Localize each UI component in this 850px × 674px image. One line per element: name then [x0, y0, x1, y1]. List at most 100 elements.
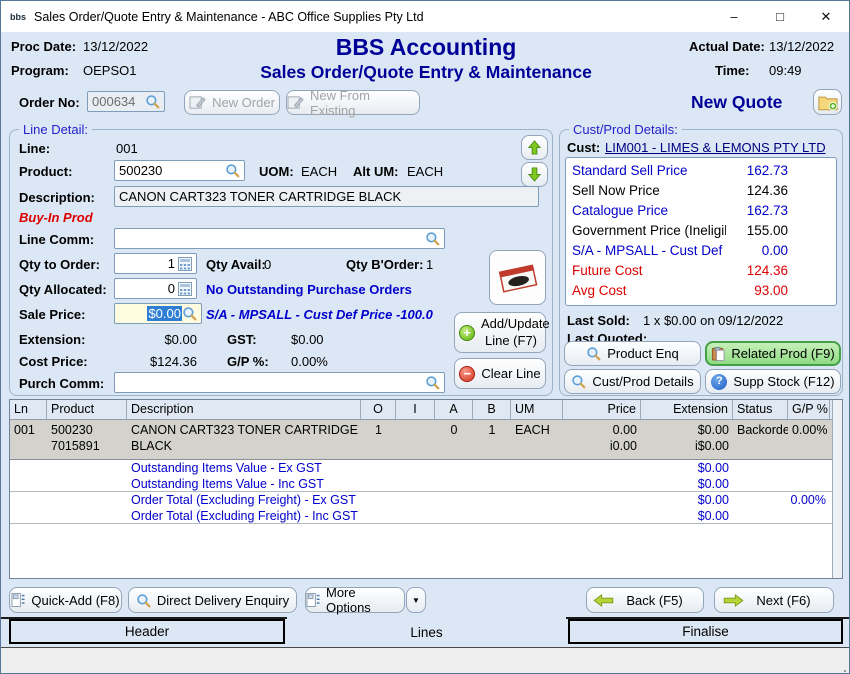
resize-grip[interactable] — [844, 670, 846, 672]
more-options-label: More Options — [326, 585, 404, 615]
chevron-down-icon: ▼ — [412, 596, 420, 605]
qty-allocated-field[interactable]: 0 — [114, 278, 197, 299]
product-image — [495, 259, 541, 297]
extension-value: $0.00 — [114, 332, 197, 347]
back-button[interactable]: Back (F5) — [586, 587, 704, 613]
summary-label: Order Total (Excluding Freight) - Ex GST — [127, 492, 361, 508]
arrow-left-icon — [593, 594, 614, 607]
calculator-icon[interactable] — [178, 257, 192, 271]
col-header-b: B — [473, 400, 511, 419]
price-row: Government Price (Ineligib... 155.00 — [566, 220, 836, 240]
cust-prod-details-button[interactable]: Cust/Prod Details — [564, 369, 701, 394]
no-outstanding-message: No Outstanding Purchase Orders — [206, 282, 412, 297]
quick-add-label: Quick-Add (F8) — [31, 593, 119, 608]
direct-delivery-button[interactable]: Direct Delivery Enquiry — [128, 587, 297, 613]
tab-header[interactable]: Header — [9, 619, 285, 644]
more-options-dropdown-button[interactable]: ▼ — [406, 587, 426, 613]
product-image-button[interactable] — [489, 250, 546, 305]
price-row-value: 93.00 — [726, 283, 788, 298]
alt-um-value: EACH — [407, 164, 443, 179]
tab-finalise[interactable]: Finalise — [568, 619, 843, 644]
purch-comm-field[interactable] — [114, 372, 445, 393]
line-up-button[interactable] — [521, 135, 548, 160]
customer-link[interactable]: LIM001 - LIMES & LEMONS PTY LTD — [605, 140, 826, 155]
close-button[interactable]: ✕ — [803, 1, 849, 32]
clear-line-button[interactable]: − Clear Line — [454, 358, 546, 389]
purch-comm-label: Purch Comm: — [19, 376, 104, 391]
col-header-status: Status — [733, 400, 788, 419]
maximize-button[interactable]: □ — [757, 1, 803, 32]
product-field[interactable]: 500230 — [114, 160, 245, 181]
buy-in-prod-flag: Buy-In Prod — [19, 210, 93, 225]
back-label: Back (F5) — [626, 593, 682, 608]
search-icon[interactable] — [425, 375, 440, 390]
price-row-value: 162.73 — [726, 203, 788, 218]
table-row-selected[interactable]: 001 5002307015891 CANON CART323 TONER CA… — [10, 420, 842, 460]
qty-to-order-field[interactable]: 1 — [114, 253, 197, 274]
next-button[interactable]: Next (F6) — [714, 587, 834, 613]
supp-stock-button[interactable]: ? Supp Stock (F12) — [705, 369, 841, 394]
new-quote-button[interactable] — [813, 89, 842, 115]
new-order-button[interactable]: New Order — [184, 90, 280, 115]
sale-price-field[interactable]: $0.00 — [114, 303, 202, 324]
qty-border-value: 1 — [426, 257, 433, 272]
table-scrollbar[interactable] — [832, 400, 842, 578]
sale-price-label: Sale Price: — [19, 307, 86, 322]
line-comm-field[interactable] — [114, 228, 445, 249]
cell-gp: 0.00% — [788, 420, 830, 459]
search-icon[interactable] — [145, 94, 160, 109]
price-row: S/A - MPSALL - Cust Def Pr... 0.00 — [566, 240, 836, 260]
description-value: CANON CART323 TONER CARTRIDGE BLACK — [119, 189, 401, 204]
minimize-button[interactable]: – — [711, 1, 757, 32]
more-options-button[interactable]: More Options — [305, 587, 405, 613]
price-row: Future Cost 124.36 — [566, 260, 836, 280]
app-logo-icon: bbs — [9, 13, 27, 21]
status-bar: Enter Sales Price (Per UM) — [1, 647, 849, 674]
description-field[interactable]: CANON CART323 TONER CARTRIDGE BLACK — [114, 186, 539, 207]
price-row-label: Avg Cost — [572, 283, 726, 298]
arrow-up-icon — [527, 140, 542, 155]
direct-delivery-label: Direct Delivery Enquiry — [157, 593, 289, 608]
search-icon[interactable] — [225, 163, 240, 178]
calculator-icon[interactable] — [178, 282, 192, 296]
search-icon[interactable] — [182, 306, 197, 321]
time-value: 09:49 — [769, 63, 802, 78]
cell-product: 5002307015891 — [47, 420, 127, 459]
add-update-line-button[interactable]: + Add/Update Line (F7) — [454, 312, 546, 353]
cell-b: 1 — [473, 420, 511, 459]
last-sold-value: 1 x $0.00 on 09/12/2022 — [643, 313, 783, 328]
order-no-value: 000634 — [92, 94, 135, 109]
line-detail-group-title: Line Detail: — [19, 122, 92, 137]
alt-um-label: Alt UM: — [353, 164, 399, 179]
tab-lines-label: Lines — [410, 625, 442, 640]
related-prod-label: Related Prod (F9) — [731, 346, 834, 361]
summary-value: $0.00 — [641, 492, 733, 508]
summary-label: Outstanding Items Value - Inc GST — [127, 476, 361, 492]
cell-ln: 001 — [10, 420, 47, 459]
qty-allocated-value: 0 — [119, 281, 178, 296]
form-icon — [11, 593, 25, 607]
related-prod-button[interactable]: Related Prod (F9) — [705, 341, 841, 366]
window-title: Sales Order/Quote Entry & Maintenance - … — [34, 10, 424, 24]
summary-label: Order Total (Excluding Freight) - Inc GS… — [127, 508, 361, 524]
price-row-label: S/A - MPSALL - Cust Def Pr... — [572, 243, 726, 258]
product-label: Product: — [19, 164, 72, 179]
summary-value: $0.00 — [641, 476, 733, 492]
line-down-button[interactable] — [521, 162, 548, 187]
cell-description: CANON CART323 TONER CARTRIDGEBLACK — [127, 420, 361, 459]
col-header-o: O — [361, 400, 396, 419]
order-no-field[interactable]: 000634 — [87, 91, 165, 112]
tab-lines[interactable]: Lines — [287, 618, 566, 646]
qty-to-order-label: Qty to Order: — [19, 257, 100, 272]
product-enq-label: Product Enq — [607, 346, 679, 361]
cust-prod-group-title: Cust/Prod Details: — [569, 122, 682, 137]
quick-add-button[interactable]: Quick-Add (F8) — [9, 587, 122, 613]
summary-row: Outstanding Items Value - Ex GST $0.00 — [10, 460, 842, 476]
col-header-um: UM — [511, 400, 563, 419]
search-icon[interactable] — [425, 231, 440, 246]
tab-finalise-label: Finalise — [682, 624, 729, 639]
new-from-existing-button[interactable]: New From Existing — [286, 90, 420, 115]
extension-label: Extension: — [19, 332, 85, 347]
product-enq-button[interactable]: Product Enq — [564, 341, 701, 366]
new-quote-label[interactable]: New Quote — [691, 92, 782, 113]
